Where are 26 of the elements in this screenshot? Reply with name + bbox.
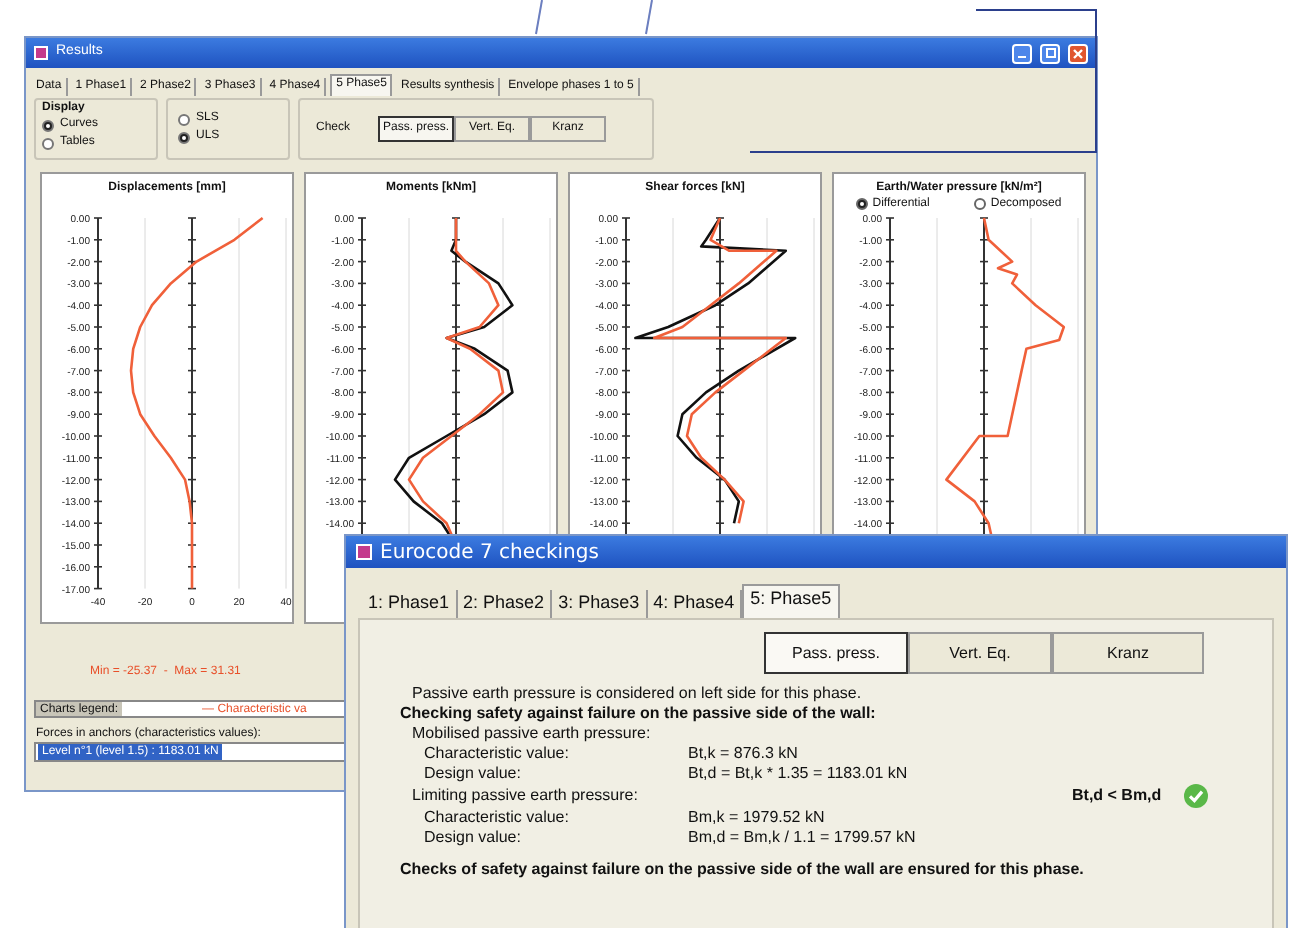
window-title: Eurocode 7 checkings (380, 539, 599, 567)
tab[interactable]: 5: Phase5 (742, 584, 840, 618)
leader-line (645, 0, 653, 35)
app-icon (34, 46, 48, 60)
row-label: Design value: (424, 828, 523, 848)
close-icon[interactable] (1068, 43, 1088, 63)
leader-line (535, 0, 543, 35)
row-label: Design value: (424, 764, 523, 784)
row-value: Bm,k = 1979.52 kN (688, 808, 825, 828)
row-label: Characteristic value: (424, 808, 571, 828)
section-label: Limiting passive earth pressure: (412, 786, 640, 806)
conclusion-text: Checks of safety against failure on the passive side of the wall are ensured for this phase. (400, 860, 1086, 880)
intro-text: Passive earth pressure is considered on left side for this phase. (410, 682, 864, 704)
check-button[interactable]: Pass. press. (764, 632, 908, 674)
result-text: Bt,d < Bm,d (1072, 786, 1164, 806)
check-button[interactable]: Vert. Eq. (908, 632, 1052, 674)
row-value: Bt,k = 876.3 kN (688, 744, 798, 764)
row-value: Bm,d = Bm,k / 1.1 = 1799.57 kN (688, 828, 916, 848)
check-button[interactable]: Kranz (1052, 632, 1204, 674)
heading-text: Checking safety against failure on the passive side of the wall: (400, 704, 878, 724)
minimize-icon[interactable] (1012, 43, 1032, 63)
maximize-icon[interactable] (1040, 43, 1060, 63)
row-label: Characteristic value: (424, 744, 571, 764)
section-label: Mobilised passive earth pressure: (412, 724, 653, 744)
row-value: Bt,d = Bt,k * 1.35 = 1183.01 kN (688, 764, 908, 784)
app-icon (356, 544, 372, 560)
